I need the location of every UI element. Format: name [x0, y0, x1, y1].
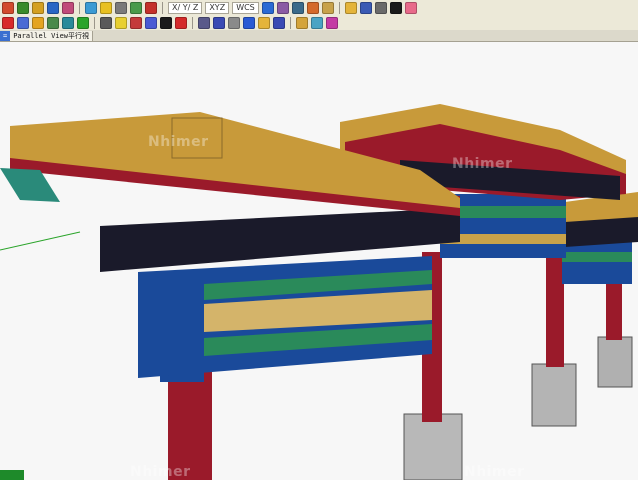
green-axis-line — [0, 231, 81, 251]
chart-icon[interactable] — [62, 16, 74, 29]
disk-icon[interactable] — [273, 16, 285, 29]
tag-icon[interactable] — [296, 16, 308, 29]
wcs-readout: WCS — [232, 1, 259, 14]
toolbar-row-1: X/ Y/ Z XYZ WCS — [0, 0, 638, 15]
target-icon[interactable] — [130, 16, 142, 29]
toolbar-area: X/ Y/ Z XYZ WCS — [0, 0, 638, 31]
toolbar-separator — [290, 16, 291, 29]
pen-icon[interactable] — [32, 1, 44, 14]
pencil-icon[interactable] — [32, 16, 44, 29]
main-gate — [0, 112, 460, 480]
far-stone-base-left — [531, 363, 577, 427]
scale-icon[interactable] — [261, 1, 274, 14]
paint-bucket-icon[interactable] — [311, 16, 323, 29]
toolbar-separator — [162, 1, 163, 14]
watermark-4: Nhimer — [464, 464, 525, 480]
select-icon[interactable] — [389, 1, 402, 14]
camera-icon[interactable] — [291, 1, 304, 14]
layers-icon[interactable] — [2, 1, 14, 14]
far-beam-band — [562, 252, 632, 262]
3d-viewport[interactable]: Nhimer Nhimer Nhimer Nhimer — [0, 42, 638, 480]
far-beam — [562, 242, 632, 284]
ruler-icon[interactable] — [17, 16, 29, 29]
texture-icon[interactable] — [47, 16, 59, 29]
far-pillar-right — [606, 282, 622, 340]
far-pillar-left — [546, 252, 564, 367]
xyz-readout: XYZ — [205, 1, 230, 14]
sphere-icon[interactable] — [85, 1, 97, 14]
play-icon[interactable] — [160, 16, 172, 29]
toolbar-separator — [94, 16, 95, 29]
bulb-icon[interactable] — [100, 1, 112, 14]
open-icon[interactable] — [258, 16, 270, 29]
mid-stone-base — [403, 413, 463, 480]
move-icon[interactable] — [130, 1, 142, 14]
stop-icon[interactable] — [2, 16, 14, 29]
view-tab-bar: = Parallel View平行視 — [0, 30, 638, 42]
grid-icon[interactable] — [115, 1, 127, 14]
watermark-2: Nhimer — [452, 156, 513, 172]
orbit-icon[interactable] — [145, 16, 157, 29]
tab-0[interactable]: = — [0, 30, 11, 41]
help-icon[interactable] — [77, 16, 89, 29]
paint-icon[interactable] — [47, 1, 59, 14]
pyramid-icon[interactable] — [213, 16, 225, 29]
toolbar-separator — [79, 1, 80, 14]
coordinates-readout: X/ Y/ Z — [168, 1, 203, 14]
toolbar-row-2 — [0, 15, 638, 30]
watermark-3: Nhimer — [130, 464, 191, 480]
light-icon[interactable] — [115, 16, 127, 29]
far-stone-base-right — [597, 336, 633, 388]
lamp-icon[interactable] — [228, 16, 240, 29]
material-icon[interactable] — [321, 1, 334, 14]
toolbar-separator — [192, 16, 193, 29]
status-indicator — [0, 470, 24, 480]
save-icon[interactable] — [359, 1, 372, 14]
snapshot-icon[interactable] — [100, 16, 112, 29]
wand-icon[interactable] — [326, 16, 338, 29]
rotate-icon[interactable] — [145, 1, 157, 14]
far-roof-tiles — [565, 217, 638, 247]
toolbar-separator — [338, 1, 340, 14]
eraser-icon[interactable] — [404, 1, 417, 14]
box-icon[interactable] — [198, 16, 210, 29]
arrow-icon[interactable] — [243, 16, 255, 29]
check-icon[interactable] — [17, 1, 29, 14]
shape-icon[interactable] — [62, 1, 74, 14]
watermark-1: Nhimer — [148, 134, 209, 150]
folder-icon[interactable] — [344, 1, 357, 14]
record-icon[interactable] — [175, 16, 187, 29]
print-icon[interactable] — [374, 1, 387, 14]
paifang-model — [0, 104, 638, 480]
cube-icon[interactable] — [276, 1, 289, 14]
tab-1[interactable]: Parallel View平行視 — [10, 30, 94, 41]
render-icon[interactable] — [306, 1, 319, 14]
